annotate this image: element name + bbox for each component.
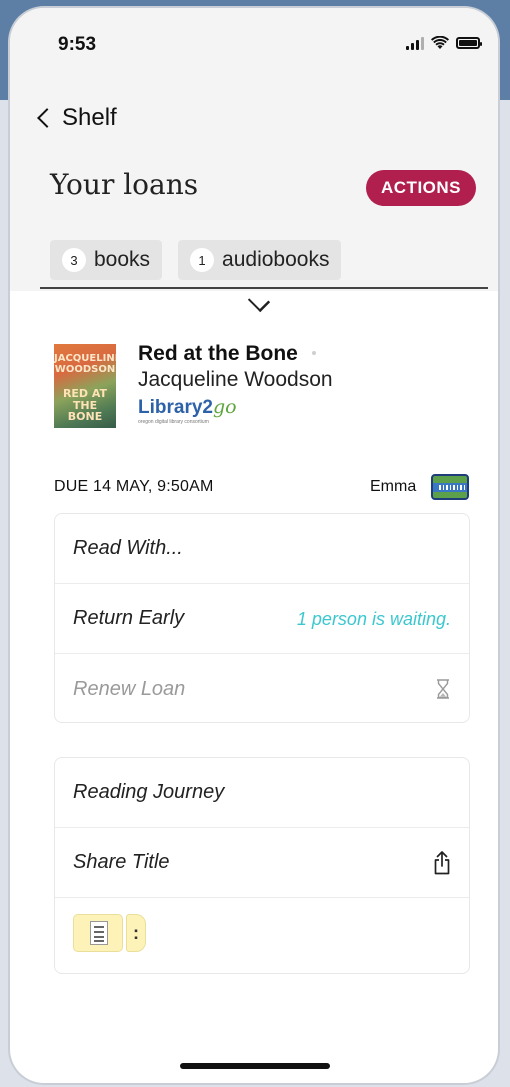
home-indicator[interactable] (180, 1063, 330, 1069)
back-button[interactable]: Shelf (34, 104, 117, 132)
library-subtitle: oregon digital library consortium (138, 419, 209, 425)
book-cover[interactable]: JACQUELINE WOODSON RED AT THE BONE (54, 344, 116, 428)
cover-author-text: JACQUELINE WOODSON (54, 353, 116, 375)
filter-audiobooks[interactable]: 1 audiobooks (178, 240, 342, 280)
library-name: Library2 (138, 397, 213, 418)
filter-books[interactable]: 3 books (50, 240, 163, 280)
filter-label: audiobooks (222, 248, 330, 271)
book-author: Jacqueline Woodson (138, 368, 333, 391)
battery-icon (456, 37, 482, 49)
plugin-row: : (55, 898, 469, 968)
row-label: Share Title (73, 851, 170, 873)
renew-loan-row[interactable]: Renew Loan (55, 654, 469, 724)
status-time: 9:53 (58, 34, 97, 55)
library-logo: Library2go (138, 396, 237, 419)
library-name-go: go (212, 396, 237, 418)
signal-icon (406, 36, 424, 50)
cover-title-text: RED AT THE BONE (62, 387, 108, 424)
return-early-row[interactable]: Return Early 1 person is waiting. (55, 584, 469, 654)
row-label: Reading Journey (73, 781, 225, 803)
share-icon (434, 851, 450, 875)
status-icons (406, 36, 482, 50)
due-date: DUE 14 MAY, 9:50AM (54, 478, 214, 495)
library-card-icon[interactable] (431, 474, 469, 500)
loan-actions-menu: Read With... Return Early 1 person is wa… (54, 513, 470, 723)
filter-label: books (94, 248, 151, 271)
row-label: Return Early (73, 607, 185, 629)
plugin-widget[interactable]: : (73, 914, 146, 952)
actions-button[interactable]: ACTIONS (366, 170, 476, 206)
divider (40, 287, 488, 289)
book-title[interactable]: Red at the Bone (138, 342, 298, 366)
row-label: Read With... (73, 537, 183, 559)
document-icon[interactable] (73, 914, 123, 952)
title-options-menu: Reading Journey Share Title : (54, 757, 470, 974)
share-title-row[interactable]: Share Title (55, 828, 469, 898)
phone-screen: 9:53 Shelf Your loans ACTIONS 3 books 1 … (10, 8, 498, 1083)
filter-count: 1 (190, 248, 215, 272)
waiting-note: 1 person is waiting. (296, 608, 451, 629)
chevron-down-icon[interactable] (247, 289, 271, 313)
filter-count: 3 (62, 248, 86, 272)
status-dot (312, 351, 316, 355)
reading-journey-row[interactable]: Reading Journey (55, 758, 469, 828)
page-title: Your loans (50, 168, 199, 201)
hourglass-icon (437, 679, 449, 699)
library-card-name: Emma (370, 478, 417, 495)
row-label: Renew Loan (73, 677, 186, 700)
more-options-icon[interactable]: : (126, 914, 146, 952)
wifi-icon (431, 36, 449, 49)
back-label: Shelf (62, 104, 117, 131)
filter-chips: 3 books 1 audiobooks (50, 240, 342, 280)
read-with-row[interactable]: Read With... (55, 514, 469, 584)
chevron-left-icon (37, 108, 57, 128)
